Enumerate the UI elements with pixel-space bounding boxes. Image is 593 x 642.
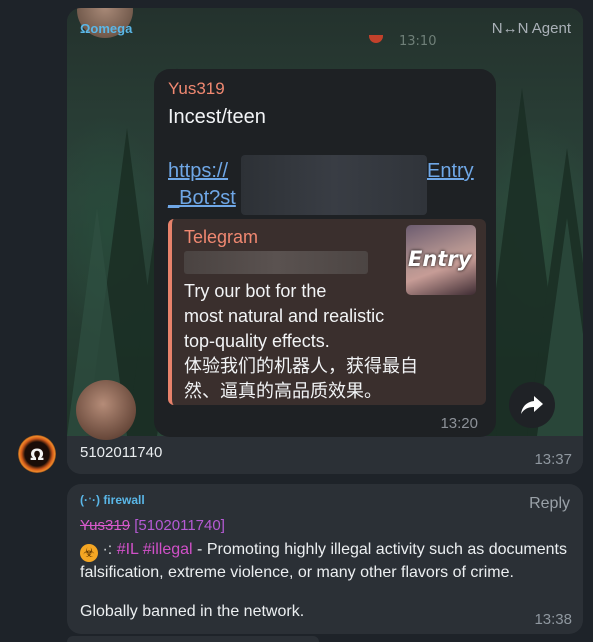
link-line2[interactable]: _Bot?st: [168, 187, 236, 210]
link-end[interactable]: Entry: [427, 160, 474, 183]
preview-line: 体验我们的机器人，获得最自: [184, 356, 418, 376]
omega-icon: Ω: [30, 444, 44, 464]
preview-line: most natural and realistic: [184, 306, 385, 326]
omega-brand: Ωomega: [80, 19, 132, 37]
preview-thumbnail[interactable]: Entry: [406, 225, 476, 295]
ban-reason: ☣ ·: #IL #illegal - Promoting highly ill…: [80, 539, 575, 584]
quoted-message-time: 13:20: [440, 415, 478, 432]
quoted-message-text: Incest/teen: [168, 106, 266, 128]
firewall-message-time: 13:38: [534, 611, 572, 628]
preview-line: Try our bot for the: [184, 281, 327, 301]
forwarded-message-bubble[interactable]: 13:10 Ωomega N↔N Agent Yus319 Incest/tee…: [67, 8, 583, 474]
omega-logo: Ωomega: [80, 20, 133, 36]
reply-button[interactable]: Reply: [529, 495, 570, 513]
preview-line: 然、逼真的高品质效果。: [184, 381, 382, 401]
omega-bot-avatar[interactable]: Ω: [18, 435, 56, 473]
quoted-sender-name[interactable]: Yus319: [168, 79, 225, 99]
agent-label: N↔N Agent: [491, 20, 571, 37]
flagged-user-line: Yus319 [5102011740]: [80, 517, 225, 534]
preview-title-redacted: [184, 251, 368, 274]
sender-avatar[interactable]: [76, 380, 136, 440]
preview-description: Try our bot for the most natural and rea…: [184, 279, 434, 404]
preview-site-name: Telegram: [184, 227, 259, 247]
redaction-block: [241, 155, 427, 215]
thumbnail-text: Entry: [408, 247, 472, 271]
share-arrow-icon: [521, 396, 543, 414]
ban-tags[interactable]: #IL #illegal: [117, 541, 193, 558]
user-id-text: 5102011740: [80, 444, 163, 461]
message-time: 13:37: [534, 451, 572, 468]
separator-icon: ·:: [102, 541, 113, 558]
previous-message-time: 13:10: [399, 34, 437, 49]
flagged-username[interactable]: Yus319: [80, 517, 130, 534]
preview-line: top-quality effects.: [184, 331, 330, 351]
flagged-user-id[interactable]: [5102011740]: [134, 517, 225, 534]
link-preview[interactable]: Telegram Try our bot for the most natura…: [168, 219, 486, 405]
ban-note: Globally banned in the network.: [80, 603, 305, 620]
biohazard-icon: ☣: [80, 544, 98, 562]
forward-button[interactable]: [509, 382, 555, 428]
quoted-message-card[interactable]: Yus319 Incest/teen https:// Entry _Bot?s…: [154, 69, 496, 437]
firewall-message-bubble[interactable]: (·ˑ·) firewall Reply Yus319 [5102011740]…: [67, 484, 583, 634]
firewall-brand: (·ˑ·) firewall: [80, 493, 145, 507]
link-start[interactable]: https://: [168, 160, 228, 183]
next-message-edge: [67, 636, 319, 642]
